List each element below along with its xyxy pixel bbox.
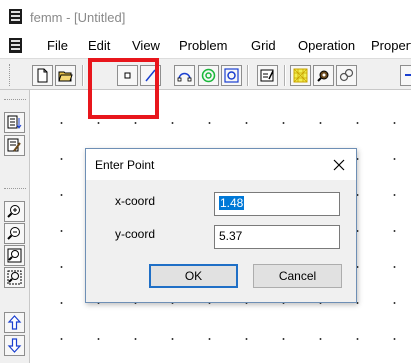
zoom-out-button[interactable] xyxy=(4,223,25,244)
point-mode-icon xyxy=(124,72,131,79)
menu-grid[interactable]: Grid xyxy=(251,38,276,53)
zoom-natural-icon xyxy=(7,248,22,263)
arc-mode-icon xyxy=(177,72,192,82)
left-toolbar xyxy=(0,90,30,363)
y-coord-input[interactable]: 5.37 xyxy=(214,225,340,249)
menu-view[interactable]: View xyxy=(132,38,160,53)
toolbar-grip[interactable] xyxy=(9,64,12,86)
cancel-button[interactable]: Cancel xyxy=(253,264,342,288)
zoom-natural-button[interactable] xyxy=(4,245,25,266)
new-file-button[interactable] xyxy=(32,65,53,86)
toolbar-separator xyxy=(82,65,84,86)
new-file-icon xyxy=(37,68,48,83)
toolbar-grip[interactable] xyxy=(4,99,26,102)
bring-front-button[interactable] xyxy=(4,112,25,133)
ok-button[interactable]: OK xyxy=(149,264,238,288)
menu-file[interactable]: File xyxy=(47,38,68,53)
enter-point-dialog: Enter Point x-coord 1.48 y-coord 5.37 OK… xyxy=(85,148,357,303)
mesh-button[interactable] xyxy=(290,65,311,86)
window-title: femm - [Untitled] xyxy=(30,10,126,25)
title-bar: femm - [Untitled] xyxy=(0,0,411,34)
menu-operation[interactable]: Operation xyxy=(298,38,355,53)
arc-mode-button[interactable] xyxy=(174,65,195,86)
view-results-button[interactable] xyxy=(336,65,357,86)
zoom-in-button[interactable] xyxy=(4,201,25,222)
menu-edit[interactable]: Edit xyxy=(88,38,110,53)
edit-note-icon xyxy=(7,138,21,152)
segment-mode-icon xyxy=(145,69,156,82)
toolbar-grip[interactable] xyxy=(4,188,26,191)
document-menu-icon[interactable] xyxy=(9,38,22,53)
edit-props-button[interactable] xyxy=(4,135,25,156)
open-folder-icon xyxy=(58,71,73,82)
view-results-icon xyxy=(339,68,354,82)
menu-properties[interactable]: Properties xyxy=(371,38,411,53)
dialog-close-button[interactable] xyxy=(328,154,350,176)
toolbar-separator xyxy=(247,65,249,86)
block-label-icon xyxy=(201,68,216,83)
point-mode-button[interactable] xyxy=(117,65,138,86)
zoom-window-button[interactable] xyxy=(4,267,25,288)
femm-app-icon xyxy=(9,9,22,24)
dialog-title: Enter Point xyxy=(95,158,155,172)
pan-up-button[interactable] xyxy=(4,312,25,333)
menu-bar: File Edit View Problem Grid Operation Pr… xyxy=(0,34,411,58)
open-file-button[interactable] xyxy=(55,65,76,86)
zoom-out-icon xyxy=(7,227,20,240)
x-coord-label: x-coord xyxy=(115,194,156,208)
menu-problem[interactable]: Problem xyxy=(179,38,227,53)
x-coord-input[interactable]: 1.48 xyxy=(214,192,340,216)
x-coord-value: 1.48 xyxy=(219,196,245,210)
main-toolbar xyxy=(0,58,411,90)
pan-up-icon xyxy=(7,315,22,330)
group-mode-button[interactable] xyxy=(221,65,242,86)
properties-icon xyxy=(260,69,274,82)
toolbar-grip[interactable] xyxy=(89,64,92,86)
properties-button[interactable] xyxy=(257,65,278,86)
mesh-icon xyxy=(293,68,308,83)
zoom-in-icon xyxy=(7,205,20,218)
toolbar-separator xyxy=(284,65,286,86)
group-icon xyxy=(224,68,239,83)
gear-icon xyxy=(317,70,329,82)
pan-down-button[interactable] xyxy=(4,335,25,356)
list-down-icon xyxy=(7,115,22,129)
analyze-button[interactable] xyxy=(313,65,334,86)
dialog-title-bar: Enter Point xyxy=(86,149,356,180)
y-coord-value: 5.37 xyxy=(219,229,243,243)
y-coord-label: y-coord xyxy=(115,227,156,241)
pan-down-icon xyxy=(7,338,22,353)
close-icon xyxy=(333,159,345,171)
toolbar-overflow-button[interactable] xyxy=(400,65,411,86)
block-label-button[interactable] xyxy=(198,65,219,86)
femm-window: femm - [Untitled] File Edit View Problem… xyxy=(0,0,411,363)
arrow-icon xyxy=(405,74,411,76)
zoom-window-icon xyxy=(7,270,22,285)
segment-mode-button[interactable] xyxy=(140,65,161,86)
